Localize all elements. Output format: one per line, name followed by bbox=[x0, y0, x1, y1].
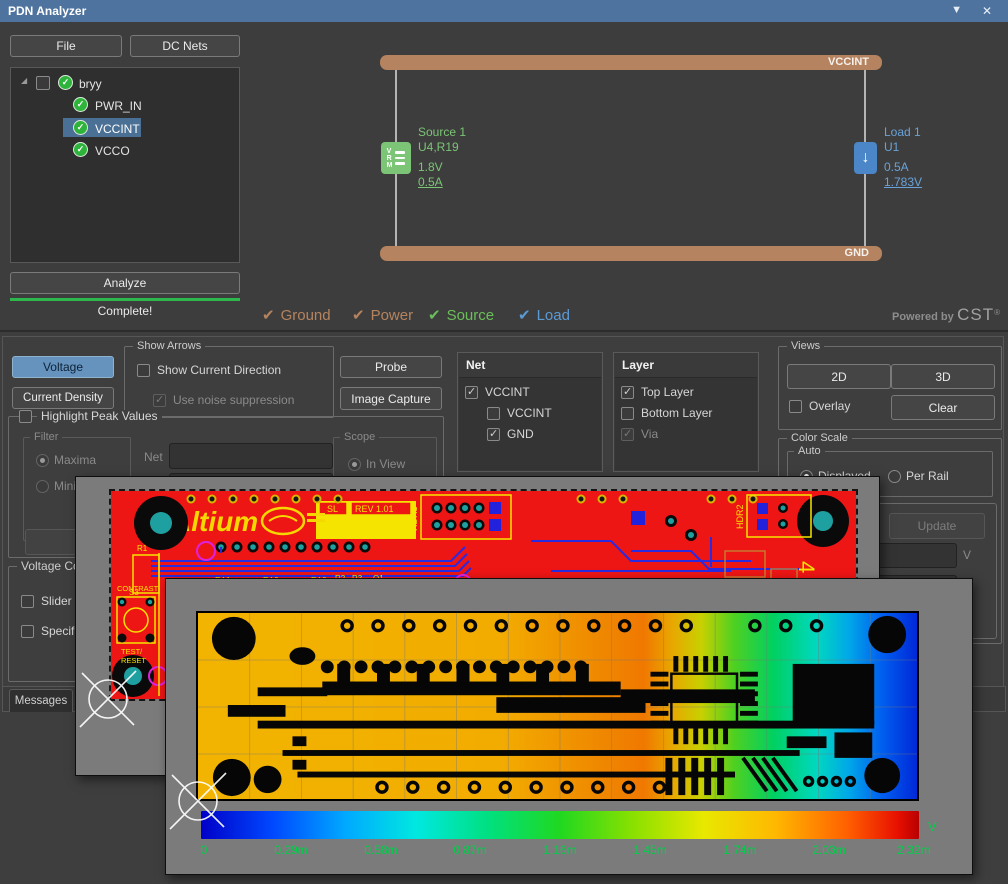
silkscreen-rev: REV 1.01 bbox=[355, 504, 394, 514]
current-density-mode-button[interactable]: Current Density bbox=[12, 387, 114, 409]
load-voltage[interactable]: 1.783V bbox=[884, 175, 922, 189]
show-current-direction-checkbox[interactable] bbox=[137, 364, 150, 377]
check-icon: ✔ bbox=[262, 307, 275, 324]
pass-check-icon bbox=[73, 97, 88, 112]
source-title: Source 1 bbox=[418, 125, 466, 139]
voltage-mode-button[interactable]: Voltage bbox=[12, 356, 114, 378]
legend-ground: ✔Ground bbox=[262, 306, 331, 324]
net-vccint-checkbox[interactable] bbox=[465, 386, 478, 399]
show-arrows-group: Show Arrows Show Current Direction Use n… bbox=[124, 346, 334, 418]
window-title: PDN Analyzer bbox=[8, 4, 86, 18]
rail-gnd[interactable]: GND bbox=[380, 246, 882, 261]
rail-vccint[interactable]: VCCINT bbox=[380, 55, 882, 70]
check-icon: ✔ bbox=[518, 307, 531, 324]
powered-by-cst: Powered by CST® bbox=[800, 305, 1000, 325]
highlight-peak-values-checkbox[interactable] bbox=[19, 410, 32, 423]
legend-source: ✔Source bbox=[428, 306, 494, 324]
use-noise-suppression-checkbox[interactable] bbox=[153, 394, 166, 407]
legend-power: ✔Power bbox=[352, 306, 413, 324]
down-arrow-icon: ↓ bbox=[862, 149, 870, 167]
pdn-analyzer-window: PDN Analyzer ▼ ✕ File DC Nets ◢ bryy PWR… bbox=[0, 0, 1008, 884]
tree-expander-icon[interactable]: ◢ bbox=[21, 76, 27, 85]
tree-item-vccint[interactable]: VCCINT bbox=[95, 122, 140, 136]
silkscreen-hdr1: HDR1 bbox=[409, 506, 419, 531]
specified-checkbox[interactable] bbox=[21, 625, 34, 638]
voltage-heatmap-window[interactable]: V 0 0.29m 0.58m 0.87m 1.16m 1.45m 1.74m … bbox=[165, 578, 973, 875]
tree-item-pwr-in[interactable]: PWR_IN bbox=[95, 99, 142, 113]
voltage-heatmap-image[interactable] bbox=[196, 611, 919, 801]
views-group: Views 2D 3D Overlay Clear bbox=[778, 346, 1002, 430]
silkscreen-hdr2: HDR2 bbox=[735, 504, 745, 529]
scale-tick: 1.74m bbox=[723, 843, 756, 857]
tree-item-vcco[interactable]: VCCO bbox=[95, 144, 130, 158]
net-panel: Net VCCINT VCCINT GND bbox=[457, 352, 603, 472]
image-capture-button[interactable]: Image Capture bbox=[340, 387, 442, 410]
scale-tick: 0 bbox=[201, 843, 208, 857]
source-designators: U4,R19 bbox=[418, 140, 459, 154]
source-current[interactable]: 0.5A bbox=[418, 175, 443, 189]
tab-messages[interactable]: Messages bbox=[9, 689, 73, 712]
scale-tick: 0.58m bbox=[364, 843, 397, 857]
dc-nets-button[interactable]: DC Nets bbox=[130, 35, 240, 57]
maxima-radio[interactable] bbox=[36, 454, 49, 467]
net-gnd-checkbox[interactable] bbox=[487, 428, 500, 441]
legend-load: ✔Load bbox=[518, 306, 570, 324]
analysis-status: Complete! bbox=[10, 304, 240, 318]
voltage-color-scale-bar bbox=[201, 811, 919, 839]
load-icon[interactable]: ↓ bbox=[854, 142, 877, 174]
update-button[interactable]: Update bbox=[889, 513, 985, 539]
svg-text:CONTRAST: CONTRAST bbox=[117, 584, 159, 593]
vrm-source-icon[interactable]: V R M bbox=[381, 142, 411, 174]
via-checkbox[interactable] bbox=[621, 428, 634, 441]
analyze-button[interactable]: Analyze bbox=[10, 272, 240, 294]
scale-tick: 0.29m bbox=[274, 843, 307, 857]
origin-crosshair-icon bbox=[158, 761, 238, 841]
net-tree: ◢ bryy PWR_IN VCCINT VCCO bbox=[10, 67, 240, 263]
view-3d-button[interactable]: 3D bbox=[891, 364, 995, 389]
tree-root-label[interactable]: bryy bbox=[79, 77, 102, 91]
close-icon[interactable]: ✕ bbox=[982, 4, 992, 18]
clear-button[interactable]: Clear bbox=[891, 395, 995, 420]
tree-root-checkbox[interactable] bbox=[36, 76, 50, 90]
svg-text:R1: R1 bbox=[137, 544, 148, 553]
per-rail-radio[interactable] bbox=[888, 470, 901, 483]
overlay-checkbox[interactable] bbox=[789, 400, 802, 413]
minima-radio[interactable] bbox=[36, 480, 49, 493]
svg-text:TEST/: TEST/ bbox=[121, 647, 143, 656]
scale-tick: 2.03m bbox=[812, 843, 845, 857]
minimize-icon[interactable]: ▼ bbox=[951, 4, 962, 16]
scale-tick: 1.16m bbox=[543, 843, 576, 857]
pass-check-icon bbox=[73, 120, 88, 135]
load-current: 0.5A bbox=[884, 160, 909, 174]
probe-button[interactable]: Probe bbox=[340, 356, 442, 378]
bottom-layer-checkbox[interactable] bbox=[621, 407, 634, 420]
origin-crosshair-icon bbox=[68, 659, 148, 739]
top-layer-checkbox[interactable] bbox=[621, 386, 634, 399]
view-2d-button[interactable]: 2D bbox=[787, 364, 891, 389]
source-voltage: 1.8V bbox=[418, 160, 443, 174]
titlebar: PDN Analyzer ▼ ✕ bbox=[0, 0, 1008, 22]
check-icon: ✔ bbox=[428, 307, 441, 324]
file-button[interactable]: File bbox=[10, 35, 122, 57]
load-title: Load 1 bbox=[884, 125, 921, 139]
highlight-net-field[interactable] bbox=[169, 443, 333, 469]
load-designators: U1 bbox=[884, 140, 899, 154]
vrm-bars-icon bbox=[395, 151, 405, 165]
analysis-progress-bar bbox=[10, 298, 240, 301]
cst-logo: CST bbox=[957, 305, 994, 324]
layer-panel: Layer Top Layer Bottom Layer Via bbox=[613, 352, 759, 472]
slider-checkbox[interactable] bbox=[21, 595, 34, 608]
net-vccint-child-checkbox[interactable] bbox=[487, 407, 500, 420]
scale-tick: 0.87m bbox=[453, 843, 486, 857]
check-icon: ✔ bbox=[352, 307, 365, 324]
pass-check-icon bbox=[58, 75, 73, 90]
silkscreen-sl: SL bbox=[327, 504, 338, 514]
scale-unit: V bbox=[928, 819, 937, 834]
in-view-radio[interactable] bbox=[348, 458, 361, 471]
scale-tick: 1.45m bbox=[633, 843, 666, 857]
scale-tick: 2.32m bbox=[897, 843, 930, 857]
pass-check-icon bbox=[73, 142, 88, 157]
